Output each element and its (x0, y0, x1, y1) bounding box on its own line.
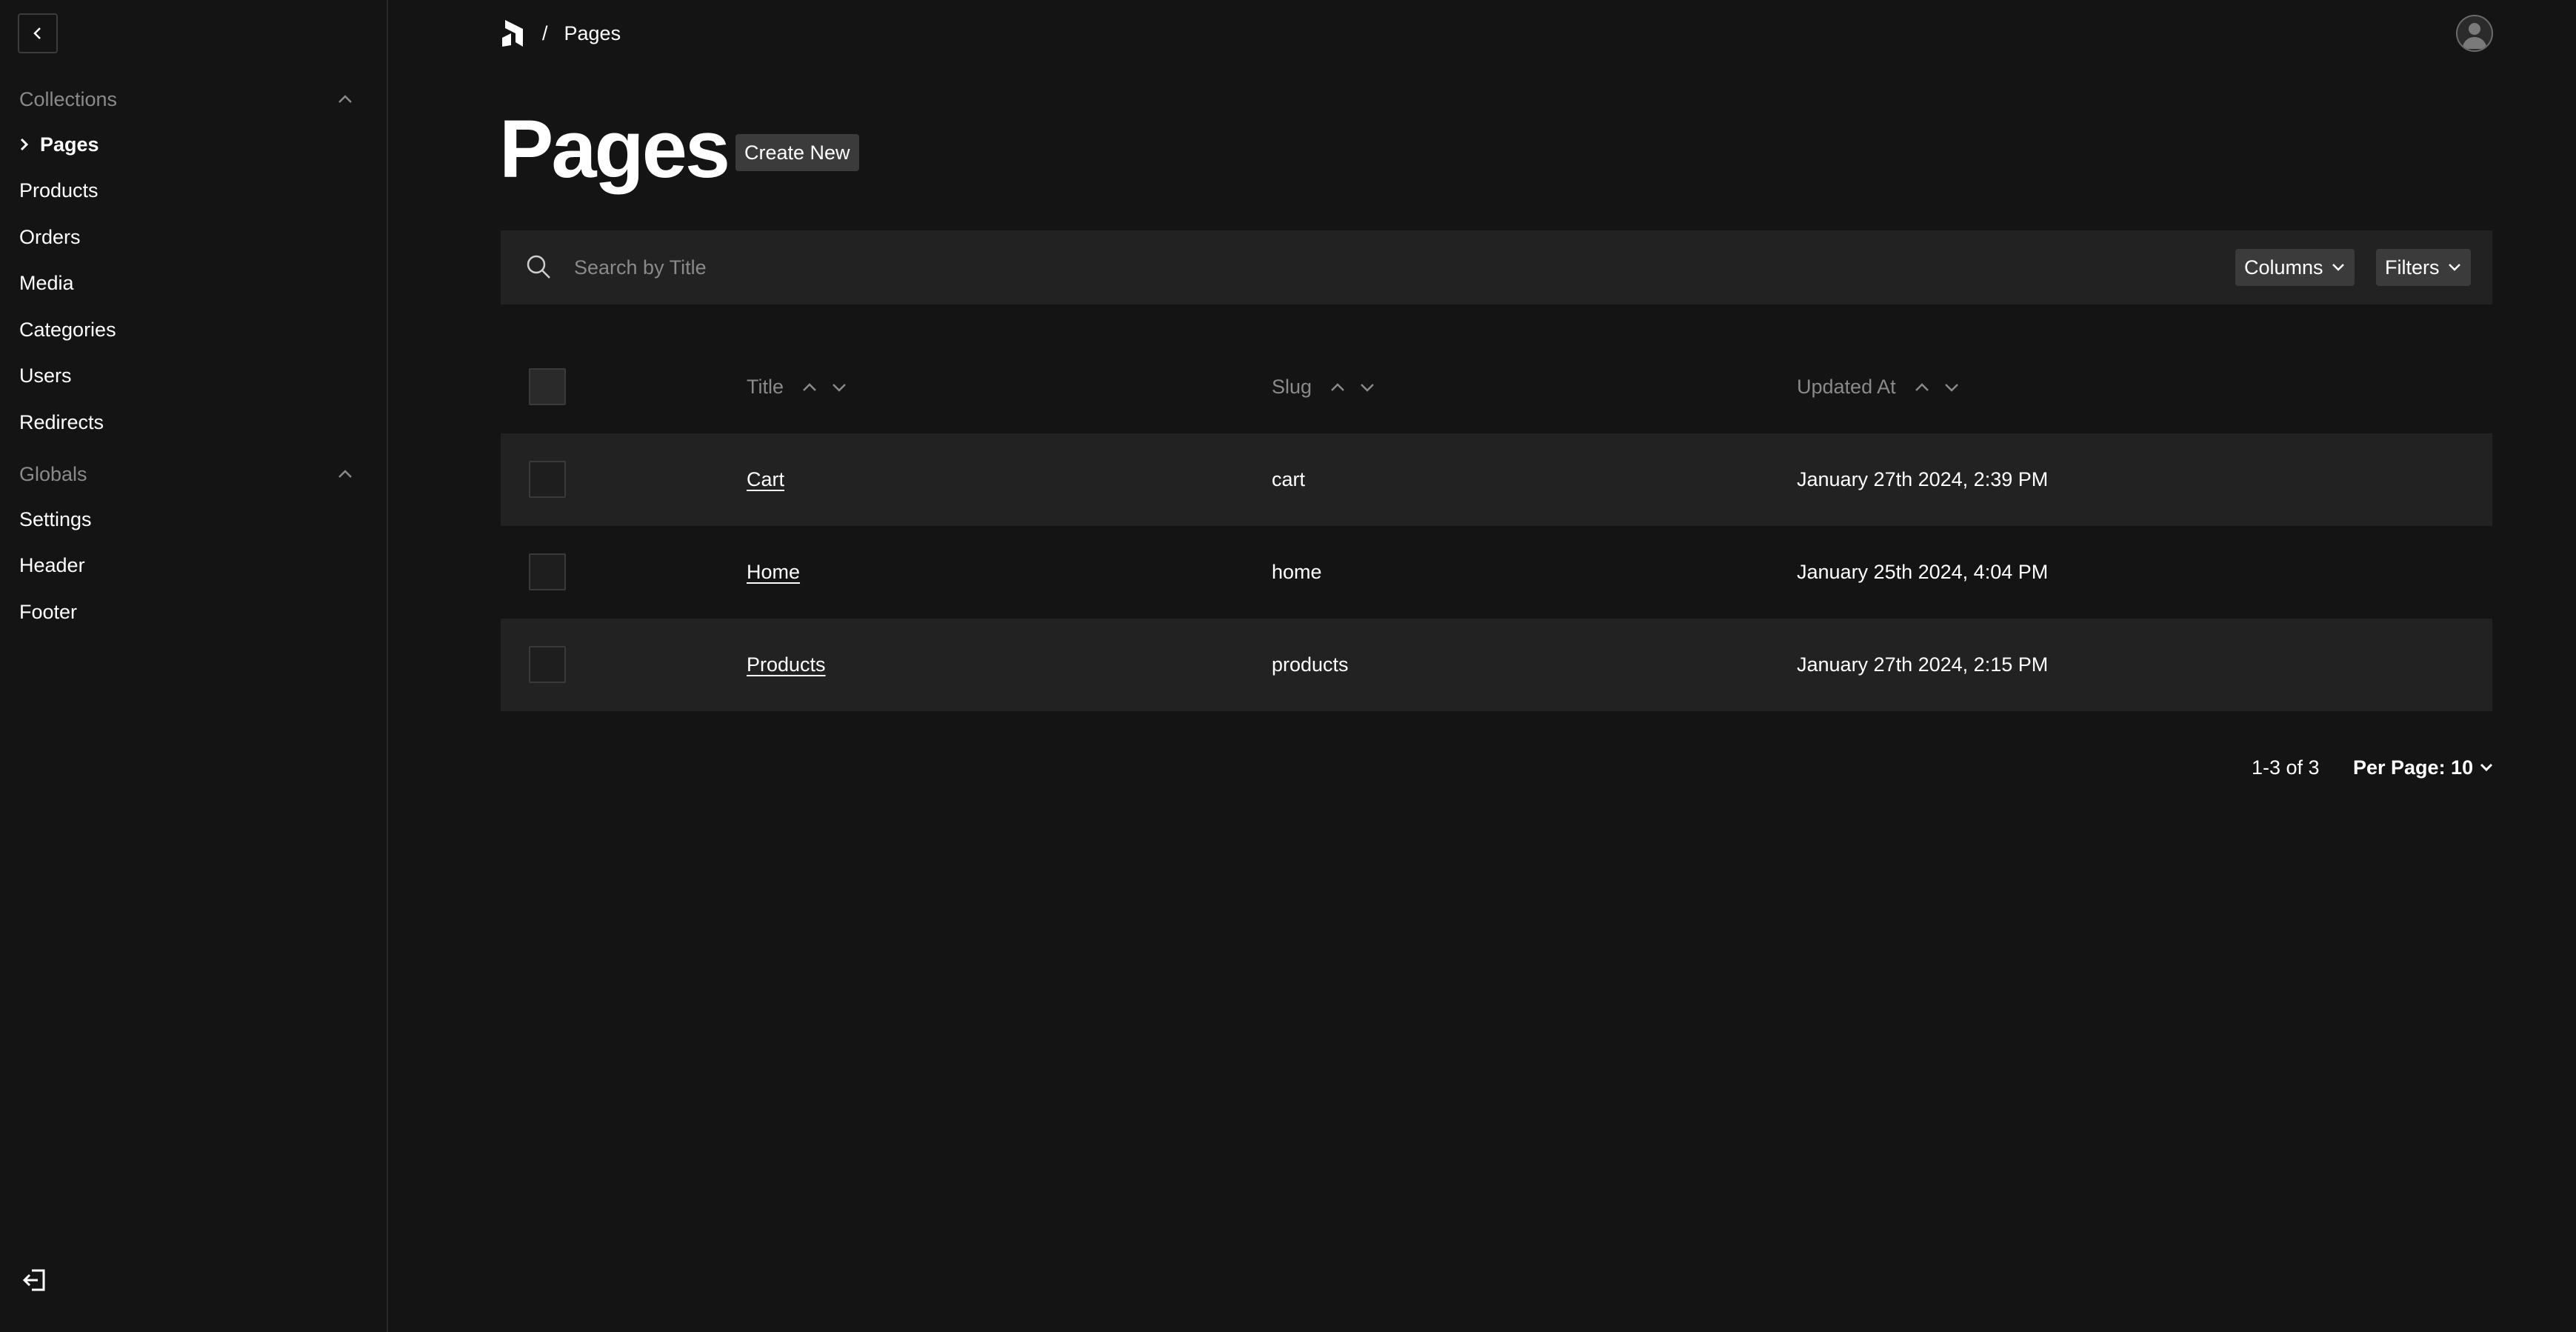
sidebar-item-redirects[interactable]: Redirects (19, 407, 104, 437)
sidebar-item-categories[interactable]: Categories (19, 315, 116, 344)
select-all-checkbox[interactable] (529, 368, 566, 405)
sidebar-item-media[interactable]: Media (19, 268, 74, 298)
sort-descending-icon[interactable] (1359, 382, 1375, 393)
row-slug: products (1272, 653, 1349, 676)
breadcrumb-separator: / (542, 21, 548, 44)
chevron-down-icon (2448, 264, 2460, 271)
sort-descending-icon[interactable] (1943, 382, 1960, 393)
sidebar-item-users[interactable]: Users (19, 361, 72, 390)
sidebar-item-label: Footer (19, 600, 78, 623)
row-updated-at: January 27th 2024, 2:39 PM (1797, 468, 2049, 490)
payload-logo-icon[interactable] (501, 19, 526, 48)
row-checkbox[interactable] (529, 646, 566, 683)
globals-group-label: Globals (19, 462, 87, 485)
row-checkbox[interactable] (529, 461, 566, 498)
pagination-range: 1-3 of 3 (2252, 756, 2320, 779)
globals-group-toggle[interactable]: Globals (19, 459, 353, 489)
sort-ascending-icon[interactable] (801, 382, 818, 393)
row-title-link[interactable]: Home (747, 561, 800, 584)
sidebar-item-label: Settings (19, 507, 92, 530)
search-icon (527, 255, 550, 279)
table-header: Title Slug Updated At (501, 341, 2492, 433)
row-title-link[interactable]: Cart (747, 468, 784, 491)
sort-descending-icon[interactable] (831, 382, 847, 393)
search-input[interactable] (574, 248, 2129, 287)
sidebar-item-label: Media (19, 271, 74, 294)
chevron-up-icon (338, 470, 352, 478)
page-title: Pages (499, 104, 730, 195)
sort-ascending-icon[interactable] (1914, 382, 1930, 393)
sidebar-item-orders[interactable]: Orders (19, 222, 81, 252)
create-new-button[interactable]: Create New (735, 134, 859, 171)
filters-button[interactable]: Filters (2376, 249, 2471, 286)
chevron-down-icon (2332, 264, 2344, 271)
sidebar-item-header[interactable]: Header (19, 550, 85, 580)
collapse-sidebar-button[interactable] (18, 13, 58, 53)
sidebar-item-label: Users (19, 364, 72, 387)
collections-group-label: Collections (19, 87, 118, 110)
collections-group-toggle[interactable]: Collections (19, 84, 353, 114)
sidebar-item-settings[interactable]: Settings (19, 505, 92, 534)
columns-button[interactable]: Columns (2235, 249, 2355, 286)
pages-table: Title Slug Updated At Cart cart January … (501, 341, 2492, 711)
table-row: Products products January 27th 2024, 2:1… (501, 619, 2492, 711)
logout-icon (22, 1269, 45, 1291)
sidebar-item-pages[interactable]: Pages (19, 130, 99, 159)
row-updated-at: January 25th 2024, 4:04 PM (1797, 561, 2049, 583)
sidebar-item-label: Header (19, 553, 85, 576)
columns-label: Columns (2244, 256, 2323, 279)
logout-button[interactable] (19, 1264, 52, 1296)
row-slug: cart (1272, 468, 1306, 490)
per-page-select[interactable]: Per Page: 10 (2353, 753, 2494, 782)
sidebar-item-label: Pages (40, 133, 99, 156)
chevron-right-icon (19, 136, 30, 153)
breadcrumb-current: Pages (564, 21, 621, 44)
sidebar-item-label: Products (19, 179, 99, 202)
row-slug: home (1272, 561, 1322, 583)
chevron-up-icon (338, 95, 352, 103)
row-title-link[interactable]: Products (747, 653, 826, 676)
account-avatar[interactable] (2456, 15, 2493, 52)
table-row: Home home January 25th 2024, 4:04 PM (501, 526, 2492, 619)
breadcrumb: / Pages (501, 16, 621, 50)
sidebar-item-label: Redirects (19, 410, 104, 433)
column-header-label: Title (747, 376, 784, 398)
chevron-down-icon (2480, 763, 2493, 772)
column-header-label: Slug (1272, 376, 1312, 398)
sidebar: Collections Pages Products Orders Media … (0, 0, 388, 1332)
sidebar-item-label: Orders (19, 225, 81, 248)
sidebar-item-label: Categories (19, 318, 116, 341)
table-row: Cart cart January 27th 2024, 2:39 PM (501, 433, 2492, 526)
column-header-updated-at: Updated At (1797, 341, 1960, 433)
list-controls: Columns Filters (501, 230, 2492, 304)
sort-ascending-icon[interactable] (1329, 382, 1346, 393)
user-icon (2462, 23, 2487, 49)
row-updated-at: January 27th 2024, 2:15 PM (1797, 653, 2049, 676)
sidebar-item-products[interactable]: Products (19, 176, 99, 205)
column-header-slug: Slug (1272, 341, 1375, 433)
filters-label: Filters (2385, 256, 2440, 279)
per-page-label: Per Page: 10 (2353, 756, 2474, 779)
row-checkbox[interactable] (529, 553, 566, 590)
column-header-label: Updated At (1797, 376, 1896, 398)
column-header-title: Title (747, 341, 847, 433)
app-root: Collections Pages Products Orders Media … (0, 0, 2576, 1332)
sidebar-item-footer[interactable]: Footer (19, 597, 77, 627)
chevron-left-icon (33, 27, 41, 39)
